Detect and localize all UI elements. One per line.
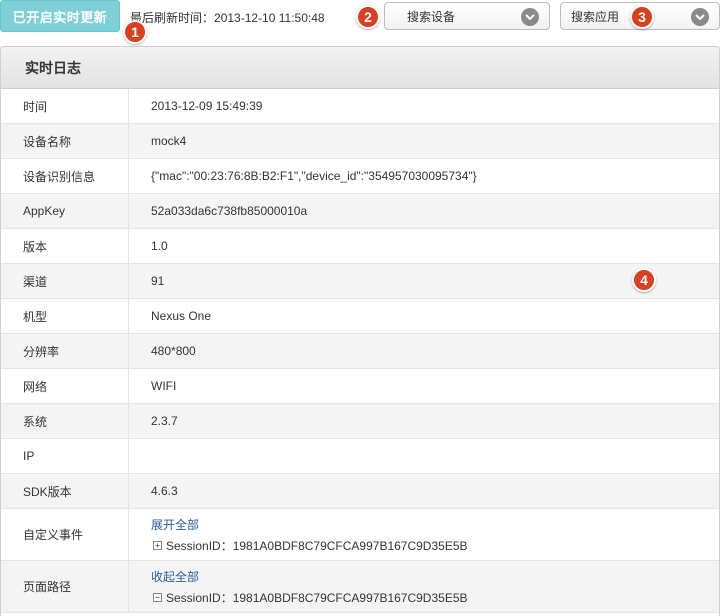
row-label: 页面路径: [1, 561, 129, 612]
table-row: 分辨率 480*800: [1, 334, 719, 369]
device-search-select[interactable]: 搜索设备: [384, 2, 550, 30]
row-label: 机型: [1, 299, 129, 333]
row-value: 2013-12-09 15:49:39: [151, 99, 263, 113]
row-label: 时间: [1, 89, 129, 123]
tree-expand-icon[interactable]: +: [153, 540, 162, 550]
row-label: 设备名称: [1, 124, 129, 158]
app-search-label: 搜索应用: [571, 9, 620, 24]
row-label: 网络: [1, 369, 129, 403]
row-value: mock4: [151, 134, 187, 148]
row-value: Nexus One: [151, 309, 212, 323]
realtime-update-button[interactable]: 已开启实时更新: [0, 0, 120, 32]
tree-collapse-icon[interactable]: −: [153, 592, 162, 602]
annotation-badge-4: 4: [632, 268, 656, 292]
table-row: 渠道 91: [1, 264, 719, 299]
annotation-badge-2: 2: [356, 5, 380, 29]
row-value: WIFI: [151, 379, 177, 393]
row-value: {"mac":"00:23:76:8B:B2:F1","device_id":"…: [151, 169, 477, 183]
row-label: 自定义事件: [1, 509, 129, 560]
annotation-badge-1: 1: [123, 20, 147, 44]
row-label: 设备识别信息: [1, 159, 129, 193]
table-row: 时间 2013-12-09 15:49:39: [1, 89, 719, 124]
table-row: IP: [1, 439, 719, 474]
row-value: 4.6.3: [151, 484, 178, 498]
row-value: 收起全部 − SessionID：1981A0BDF8C79CFCA997B16…: [129, 561, 719, 612]
row-value: 52a033da6c738fb85000010a: [151, 204, 308, 218]
session-tree-node: + SessionID：1981A0BDF8C79CFCA997B167C9D3…: [151, 537, 468, 554]
row-value: [129, 439, 719, 473]
row-label: SDK版本: [1, 474, 129, 508]
row-label: 系统: [1, 404, 129, 438]
realtime-log-panel: 实时日志 时间 2013-12-09 15:49:39 设备名称 mock4 设…: [0, 46, 720, 616]
row-label: IP: [1, 439, 129, 473]
session-id-text: SessionID：1981A0BDF8C79CFCA997B167C9D35E…: [166, 538, 468, 553]
device-search-label: 搜索设备: [407, 9, 456, 24]
table-row: AppKey 52a033da6c738fb85000010a: [1, 194, 719, 229]
last-refresh-info: 最后刷新时间：2013-12-10 11:50:48: [130, 9, 325, 26]
table-row: 系统 2.3.7: [1, 404, 719, 439]
session-tree-node: − SessionID：1981A0BDF8C79CFCA997B167C9D3…: [151, 589, 468, 606]
table-row: 网络 WIFI: [1, 369, 719, 404]
row-value: 1.0: [151, 239, 168, 253]
table-row: 设备名称 mock4: [1, 124, 719, 159]
collapse-all-link[interactable]: 收起全部: [151, 568, 199, 585]
chevron-down-icon: [691, 8, 709, 26]
table-row: 设备识别信息 {"mac":"00:23:76:8B:B2:F1","devic…: [1, 159, 719, 194]
panel-title: 实时日志: [1, 47, 719, 89]
row-label: AppKey: [1, 194, 129, 228]
row-value: 480*800: [151, 344, 196, 358]
table-row: 机型 Nexus One: [1, 299, 719, 334]
row-value: 展开全部 + SessionID：1981A0BDF8C79CFCA997B16…: [129, 509, 719, 560]
session-id-text: SessionID：1981A0BDF8C79CFCA997B167C9D35E…: [166, 590, 468, 605]
row-label: 分辨率: [1, 334, 129, 368]
row-value: 91: [151, 274, 165, 288]
page-path-row: 页面路径 收起全部 − SessionID：1981A0BDF8C79CFCA9…: [1, 561, 719, 613]
custom-events-row: 自定义事件 展开全部 + SessionID：1981A0BDF8C79CFCA…: [1, 509, 719, 561]
row-label: 渠道: [1, 264, 129, 298]
chevron-down-icon: [521, 8, 539, 26]
table-row: SDK版本 4.6.3: [1, 474, 719, 509]
annotation-badge-3: 3: [630, 5, 654, 29]
last-refresh-time: 2013-12-10 11:50:48: [214, 11, 325, 25]
expand-all-link[interactable]: 展开全部: [151, 516, 199, 533]
row-label: 版本: [1, 229, 129, 263]
table-row: 版本 1.0: [1, 229, 719, 264]
row-value: 2.3.7: [151, 414, 178, 428]
